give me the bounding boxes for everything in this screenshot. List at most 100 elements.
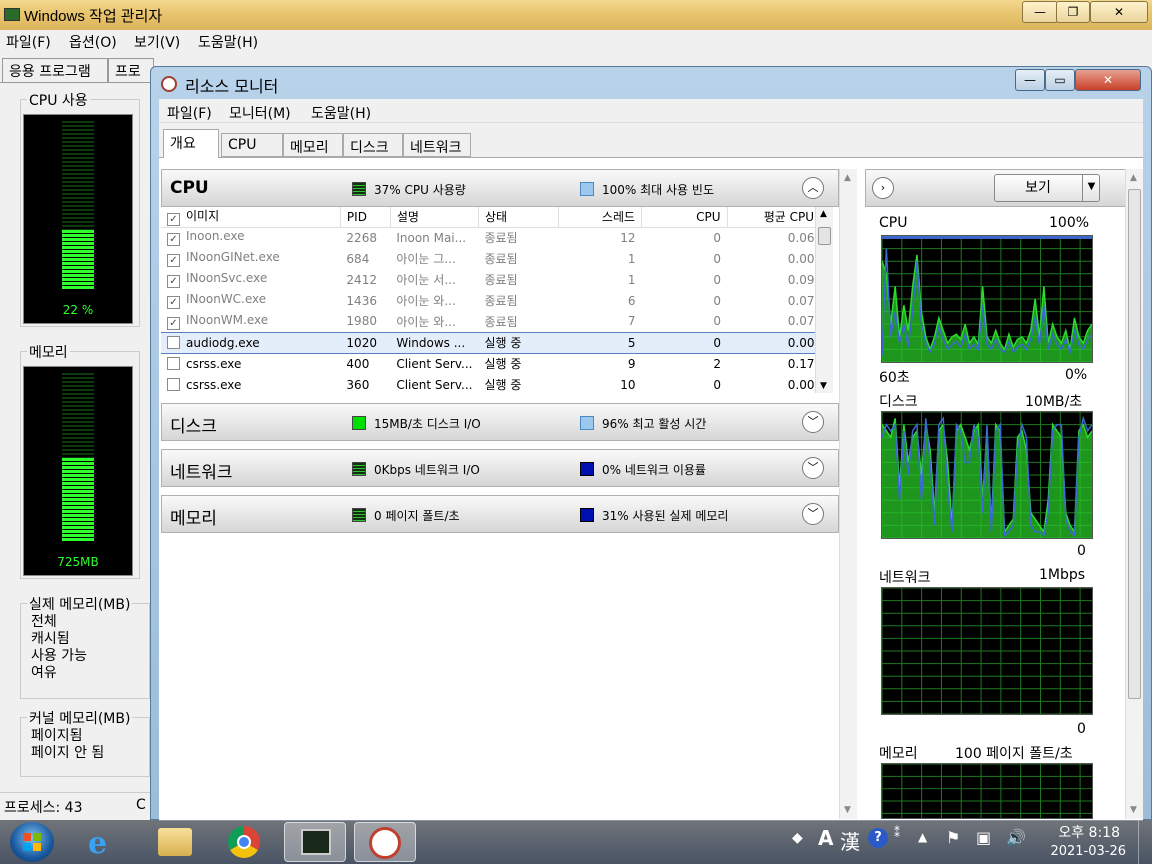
rm-close-button[interactable]: ✕ <box>1075 69 1141 91</box>
table-row[interactable]: ✓ INoonWC.exe 1436 아이눈 와... 종료됨 6 0 0.07 <box>161 290 821 311</box>
tab-network[interactable]: 네트워크 <box>403 133 471 157</box>
network-icon[interactable]: ▣ <box>976 828 991 847</box>
scroll-down-icon[interactable]: ▼ <box>820 381 827 391</box>
network-section-header[interactable]: 네트워크 0Kbps 네트워크 I/O 0% 네트워크 이용률 ﹀ <box>161 449 839 487</box>
process-checkbox[interactable] <box>167 377 180 391</box>
tab-memory[interactable]: 메모리 <box>283 133 343 157</box>
chevron-right-icon[interactable]: › <box>872 177 894 199</box>
clock-date[interactable]: 2021-03-26 <box>1046 844 1126 859</box>
process-description: Inoon Mai... <box>396 230 467 245</box>
tab-applications[interactable]: 응용 프로그램 <box>2 58 108 82</box>
left-pane-scrollbar[interactable]: ▲ ▼ <box>839 169 857 819</box>
graphs-scrollbar[interactable]: ▲ ▼ <box>1125 169 1143 819</box>
scroll-up-icon[interactable]: ▲ <box>844 173 851 183</box>
process-threads: 1 <box>627 272 636 287</box>
scroll-down-icon[interactable]: ▼ <box>844 805 851 815</box>
rm-menu-help[interactable]: 도움말(H) <box>311 103 371 123</box>
taskbar-chrome[interactable] <box>214 822 276 862</box>
process-checkbox[interactable]: ✓ <box>167 296 180 309</box>
chevron-down-icon[interactable]: ﹀ <box>802 503 824 525</box>
scroll-thumb[interactable] <box>1128 189 1141 699</box>
language-bar-icon[interactable]: ◆ <box>792 830 803 846</box>
rm-menu-file[interactable]: 파일(F) <box>167 103 212 123</box>
chevron-up-icon[interactable]: ︿ <box>802 177 824 199</box>
taskbar-resource-monitor[interactable] <box>354 822 416 862</box>
col-pid[interactable]: PID <box>340 207 391 228</box>
col-description[interactable]: 설명 <box>390 207 479 228</box>
process-avg-cpu: 0.09 <box>787 272 815 287</box>
table-row[interactable]: ✓ INoonSvc.exe 2412 아이눈 서... 종료됨 1 0 0.09 <box>161 269 821 290</box>
volume-icon[interactable]: 🔊 <box>1006 828 1026 847</box>
close-button[interactable]: ✕ <box>1090 1 1148 23</box>
memory-section-header[interactable]: 메모리 0 페이지 폴트/초 31% 사용된 실제 메모리 ﹀ <box>161 495 839 533</box>
table-row[interactable]: ✓ Inoon.exe 2268 Inoon Mai... 종료됨 12 0 0.06 <box>161 227 821 248</box>
menu-file[interactable]: 파일(F) <box>6 32 51 52</box>
disk-graph <box>881 411 1093 539</box>
select-all-checkbox[interactable]: ✓ <box>167 213 180 227</box>
rm-minimize-button[interactable]: — <box>1015 69 1045 91</box>
process-image: INoonGINet.exe <box>186 250 280 264</box>
ime-options-icon[interactable]: ⁑ <box>894 826 900 840</box>
ime-mode[interactable]: A <box>818 826 833 850</box>
col-status[interactable]: 상태 <box>478 207 559 228</box>
process-table-scrollbar[interactable]: ▲ ▼ <box>815 207 833 393</box>
minimize-button[interactable]: — <box>1022 1 1058 23</box>
show-desktop-button[interactable] <box>1138 820 1152 864</box>
scroll-up-icon[interactable]: ▲ <box>1130 173 1137 183</box>
disk-section-header[interactable]: 디스크 15MB/초 디스크 I/O 96% 최고 활성 시간 ﹀ <box>161 403 839 441</box>
start-button[interactable] <box>10 822 54 862</box>
taskbar-ie[interactable]: e <box>74 822 136 862</box>
chevron-down-icon[interactable]: ﹀ <box>802 457 824 479</box>
table-row[interactable]: csrss.exe 400 Client Serv... 실행 중 9 2 0.17 <box>161 353 821 374</box>
process-checkbox[interactable]: ✓ <box>167 316 180 330</box>
tab-disk[interactable]: 디스크 <box>343 133 403 157</box>
menu-options[interactable]: 옵션(O) <box>69 32 117 52</box>
tab-cpu[interactable]: CPU <box>221 133 283 157</box>
view-dropdown-icon[interactable]: ▼ <box>1082 174 1100 202</box>
graphs-pane: › 보기 ▼ CPU 100% 60초 0% 디스크 10MB/초 0 네트워크… <box>865 169 1141 819</box>
tab-processes[interactable]: 프로 <box>108 58 154 82</box>
process-threads: 5 <box>558 331 642 354</box>
process-pid: 1980 <box>346 314 377 329</box>
show-hidden-icons[interactable]: ▲ <box>918 830 927 844</box>
table-row[interactable]: csrss.exe 360 Client Serv... 실행 중 10 0 0.00 <box>161 374 821 395</box>
process-status: 실행 중 <box>478 331 559 354</box>
network-graph <box>881 587 1093 715</box>
menu-help[interactable]: 도움말(H) <box>198 32 258 52</box>
taskbar-task-manager[interactable] <box>284 822 346 862</box>
process-checkbox[interactable]: ✓ <box>167 233 180 247</box>
process-image: INoonSvc.exe <box>186 271 268 285</box>
process-checkbox[interactable] <box>167 335 180 349</box>
process-pid: 2412 <box>346 272 377 287</box>
scroll-down-icon[interactable]: ▼ <box>1130 805 1137 815</box>
table-row[interactable]: ✓ INoonWM.exe 1980 아이눈 와... 종료됨 7 0 0.07 <box>161 311 821 332</box>
chevron-down-icon[interactable]: ﹀ <box>802 411 824 433</box>
action-center-flag-icon[interactable]: ⚑ <box>946 828 960 847</box>
taskbar-explorer[interactable] <box>144 822 206 862</box>
cpu-section-header[interactable]: CPU 37% CPU 사용량 100% 최대 사용 빈도 ︿ <box>161 169 839 207</box>
scroll-up-icon[interactable]: ▲ <box>820 209 827 219</box>
help-icon[interactable]: ? <box>868 828 888 848</box>
col-avg-cpu[interactable]: 평균 CPU <box>727 207 821 228</box>
task-manager-titlebar[interactable]: Windows 작업 관리자 — ❐ ✕ <box>0 0 1152 30</box>
process-checkbox[interactable]: ✓ <box>167 254 180 267</box>
tab-overview[interactable]: 개요 <box>163 129 219 158</box>
rm-menu-monitor[interactable]: 모니터(M) <box>229 103 291 123</box>
scroll-thumb[interactable] <box>818 227 831 245</box>
table-row[interactable]: ✓ INoonGINet.exe 684 아이눈 그... 종료됨 1 0 0.00 <box>161 248 821 269</box>
ime-hanja[interactable]: 漢 <box>840 826 860 855</box>
process-checkbox[interactable]: ✓ <box>167 275 180 288</box>
process-pid: 684 <box>346 251 370 266</box>
menu-view[interactable]: 보기(V) <box>134 32 180 52</box>
table-row[interactable]: audiodg.exe 1020 Windows ... 실행 중 5 0 0.00 <box>161 331 821 354</box>
col-image[interactable]: 이미지 <box>186 209 219 223</box>
task-manager-icon <box>301 829 331 855</box>
col-cpu[interactable]: CPU <box>641 207 728 228</box>
process-checkbox[interactable] <box>167 356 180 370</box>
process-cpu: 0 <box>713 251 722 266</box>
col-threads[interactable]: 스레드 <box>558 207 643 228</box>
clock-time[interactable]: 오후 8:18 <box>1054 822 1120 842</box>
process-cpu: 0 <box>713 293 722 308</box>
rm-maximize-button[interactable]: ▭ <box>1045 69 1075 91</box>
maximize-button[interactable]: ❐ <box>1056 1 1090 23</box>
